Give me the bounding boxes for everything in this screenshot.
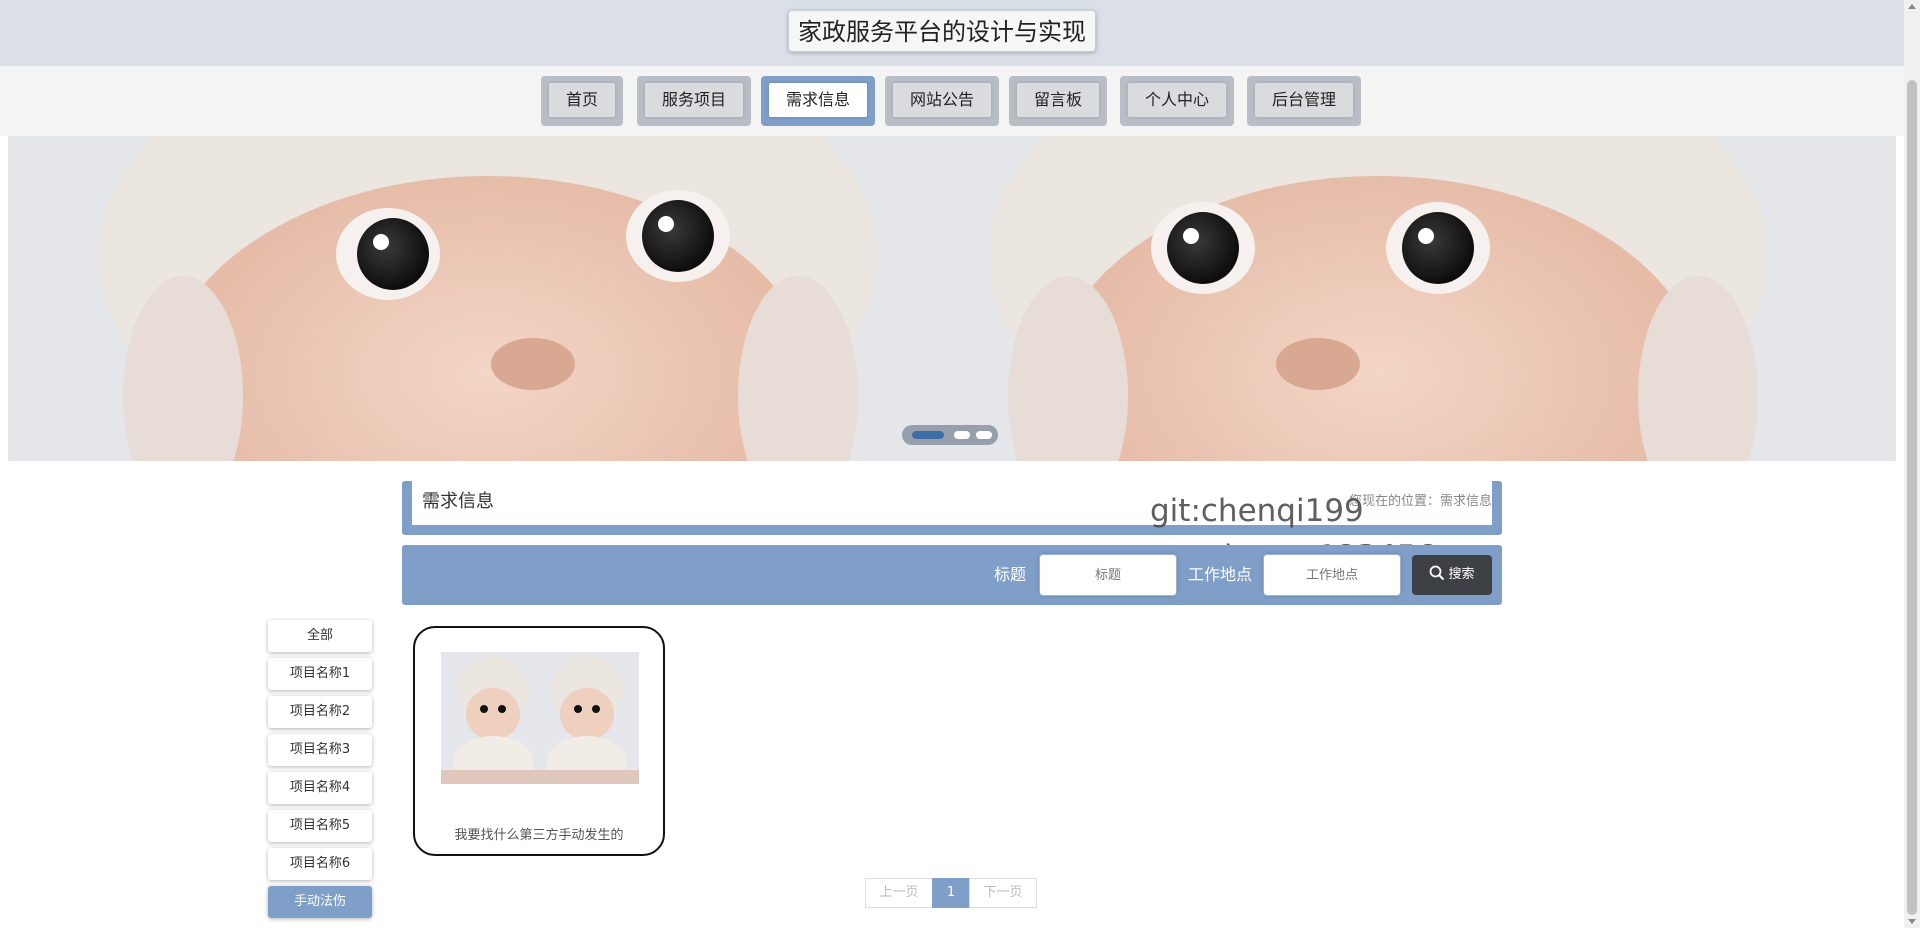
scrollbar-thumb[interactable]: [1907, 80, 1917, 915]
location-search-input[interactable]: [1263, 554, 1401, 596]
nav-item-label: 需求信息: [769, 83, 867, 117]
category-item-1[interactable]: 项目名称1: [268, 658, 372, 690]
banner-image: [8, 136, 1896, 461]
nav-item-services[interactable]: 服务项目: [637, 76, 751, 126]
title-search-input[interactable]: [1039, 554, 1177, 596]
nav-item-demands[interactable]: 需求信息: [761, 76, 875, 126]
page-scrollbar[interactable]: [1904, 0, 1920, 928]
carousel-dot-2[interactable]: [954, 431, 970, 439]
watermark-line-1: git:chenqi199: [1150, 493, 1364, 529]
banner-carousel[interactable]: [8, 136, 1896, 461]
carousel-indicators: [902, 425, 998, 445]
carousel-dot-1[interactable]: [912, 431, 944, 439]
search-button-label: 搜索: [1448, 567, 1475, 582]
header-bar: 家政服务平台的设计与实现: [0, 0, 1904, 66]
category-item-selected[interactable]: 手动法伤: [268, 886, 372, 918]
nav-item-label: 首页: [549, 83, 615, 117]
site-title: 家政服务平台的设计与实现: [788, 10, 1096, 52]
nav-item-label: 后台管理: [1255, 83, 1353, 117]
carousel-dot-3[interactable]: [976, 431, 992, 439]
category-item-5[interactable]: 项目名称5: [268, 810, 372, 842]
search-button[interactable]: 搜索: [1412, 555, 1492, 595]
nav-item-label: 服务项目: [645, 83, 743, 117]
category-item-2[interactable]: 项目名称2: [268, 696, 372, 728]
demand-card-title[interactable]: 我要找什么第三方手动发生的: [415, 824, 663, 843]
nav-item-label: 留言板: [1017, 83, 1099, 117]
nav-item-message-board[interactable]: 留言板: [1009, 76, 1107, 126]
scroll-down-arrow-icon[interactable]: [1908, 919, 1916, 924]
search-bar: 标题 工作地点 搜索: [402, 545, 1502, 605]
main-nav: 首页 服务项目 需求信息 网站公告 留言板 个人中心 后台管理: [0, 66, 1904, 136]
demand-card-image[interactable]: [441, 652, 639, 784]
scroll-up-arrow-icon[interactable]: [1908, 4, 1916, 9]
next-page-button[interactable]: 下一页: [969, 878, 1037, 908]
page-number-1[interactable]: 1: [932, 878, 970, 908]
nav-item-label: 网站公告: [893, 83, 991, 117]
category-all[interactable]: 全部: [268, 620, 372, 652]
nav-item-profile[interactable]: 个人中心: [1120, 76, 1234, 126]
nav-item-label: 个人中心: [1128, 83, 1226, 117]
demand-card[interactable]: 我要找什么第三方手动发生的: [413, 626, 665, 856]
category-item-6[interactable]: 项目名称6: [268, 848, 372, 880]
prev-page-button[interactable]: 上一页: [865, 878, 933, 908]
title-filter-label: 标题: [994, 565, 1027, 584]
nav-item-admin[interactable]: 后台管理: [1247, 76, 1361, 126]
nav-item-home[interactable]: 首页: [541, 76, 623, 126]
category-item-3[interactable]: 项目名称3: [268, 734, 372, 766]
page-title: 需求信息: [422, 491, 494, 512]
nav-item-announcements[interactable]: 网站公告: [885, 76, 999, 126]
breadcrumb-current[interactable]: 需求信息: [1440, 494, 1492, 509]
demand-thumbnail: [441, 652, 639, 784]
location-filter-label: 工作地点: [1188, 565, 1253, 584]
search-icon: [1430, 565, 1445, 581]
category-item-4[interactable]: 项目名称4: [268, 772, 372, 804]
